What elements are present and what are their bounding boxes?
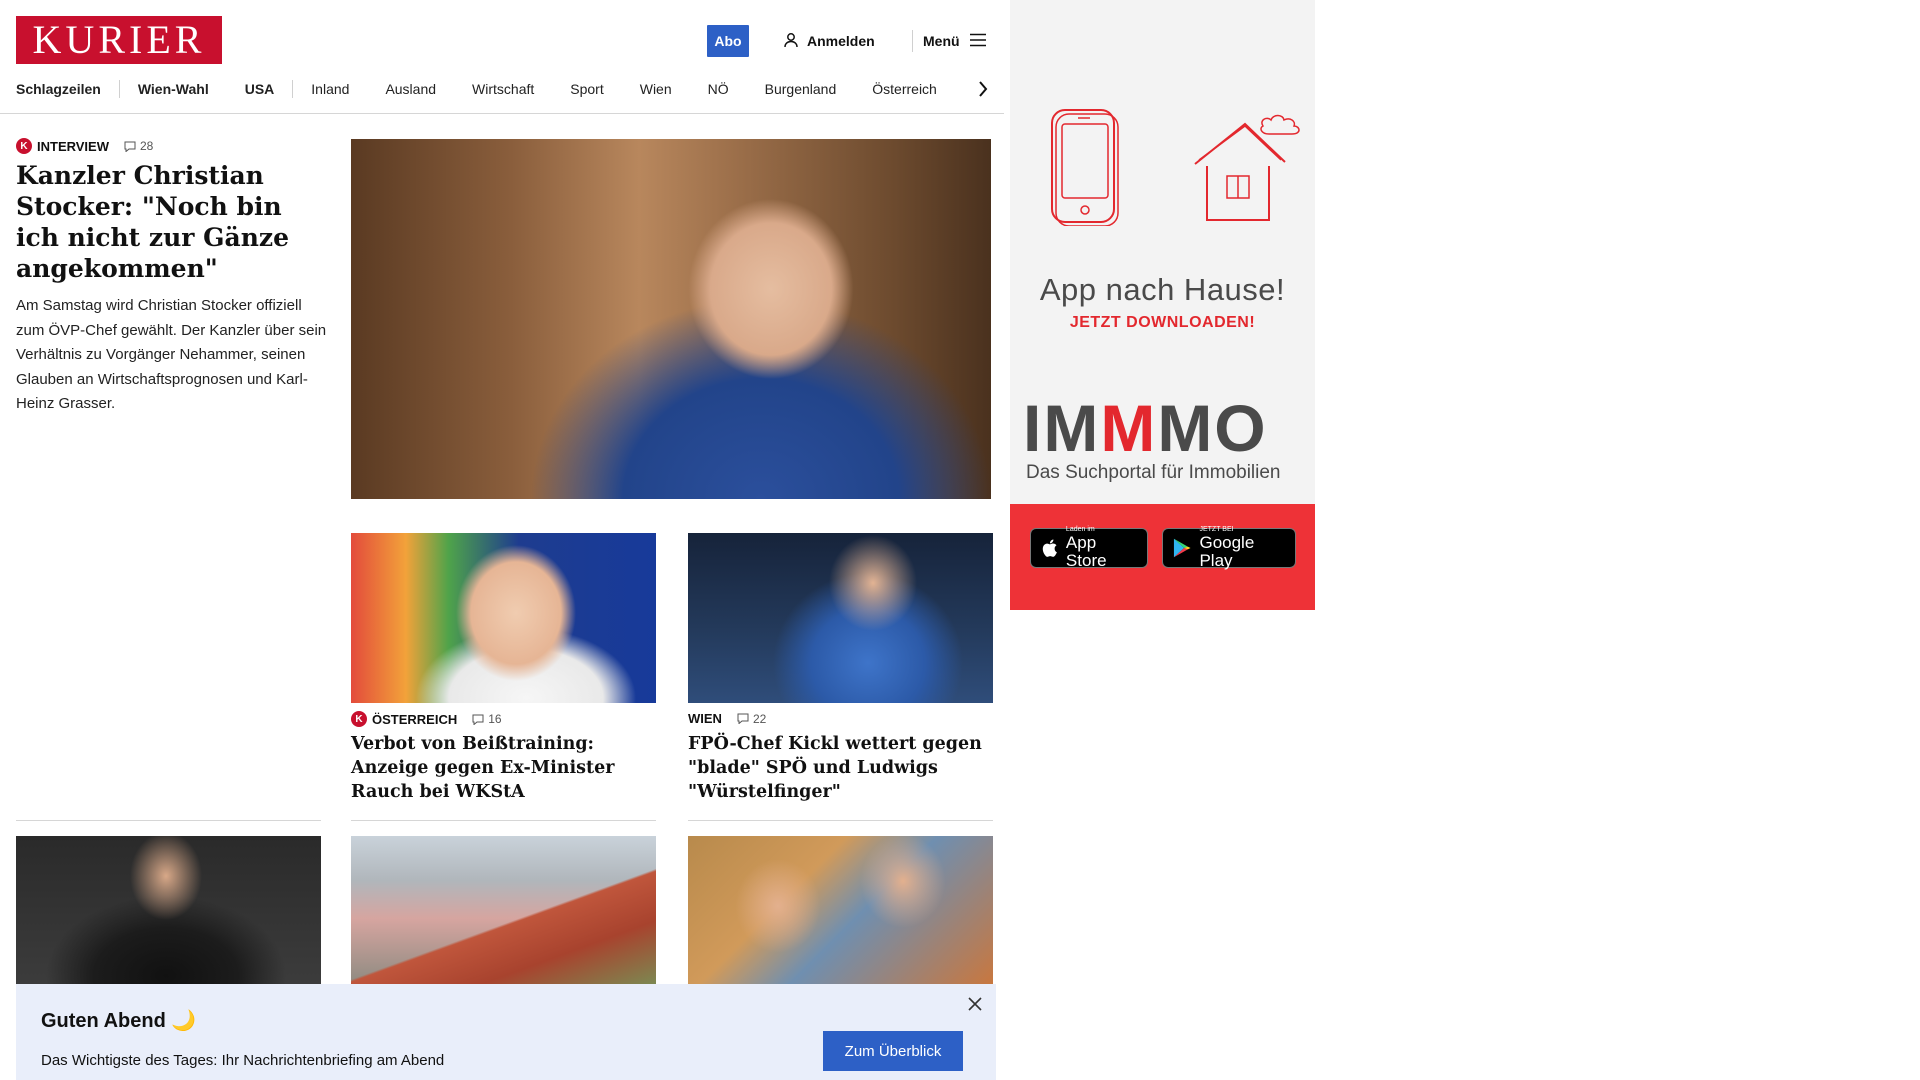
nav-item-schlagzeilen[interactable]: Schlagzeilen bbox=[16, 81, 119, 97]
nav-item-wien-wahl[interactable]: Wien-Wahl bbox=[120, 81, 227, 97]
lead-meta: K INTERVIEW 28 bbox=[16, 138, 153, 154]
menu-button[interactable]: Menü bbox=[923, 30, 986, 52]
nav-item-burgenland[interactable]: Burgenland bbox=[747, 81, 855, 97]
card-comments[interactable]: 22 bbox=[737, 712, 766, 726]
comment-icon bbox=[124, 141, 136, 152]
card-comments[interactable]: 16 bbox=[472, 712, 502, 726]
card-image-board-games[interactable] bbox=[688, 836, 993, 986]
nav-item-usa[interactable]: USA bbox=[227, 81, 293, 97]
close-button[interactable] bbox=[965, 994, 985, 1014]
google-play-label: Google Play bbox=[1199, 533, 1255, 570]
nav-item-oesterreich[interactable]: Österreich bbox=[854, 81, 955, 97]
card-image-collapsed-building[interactable] bbox=[351, 836, 656, 986]
main-column: KURIER Abo Anmelden Menü Schlagzeilen Wi… bbox=[0, 0, 1004, 1080]
evening-briefing-banner: Guten Abend 🌙 Das Wichtigste des Tages: … bbox=[16, 984, 996, 1080]
banner-title: Guten Abend 🌙 bbox=[41, 1010, 197, 1032]
overview-button[interactable]: Zum Überblick bbox=[823, 1031, 963, 1071]
card-image-football-coach[interactable] bbox=[16, 836, 321, 986]
login-button[interactable]: Anmelden bbox=[783, 30, 875, 52]
card-image-kickl[interactable] bbox=[688, 533, 993, 703]
google-play-button[interactable]: JETZT BEI Google Play bbox=[1162, 526, 1296, 570]
card-category[interactable]: ÖSTERREICH bbox=[372, 712, 457, 727]
divider bbox=[688, 820, 993, 821]
lead-teaser: Am Samstag wird Christian Stocker offizi… bbox=[16, 297, 327, 412]
logo-part: MO bbox=[1157, 391, 1268, 465]
apple-icon bbox=[1042, 539, 1057, 557]
nav-item-inland[interactable]: Inland bbox=[293, 81, 367, 97]
close-icon bbox=[968, 997, 982, 1011]
lead-comment-count: 28 bbox=[140, 139, 154, 153]
card-headline[interactable]: FPÖ-Chef Kickl wettert gegen "blade" SPÖ… bbox=[688, 732, 998, 804]
nav-item-sport[interactable]: Sport bbox=[552, 81, 621, 97]
comment-icon bbox=[472, 714, 484, 725]
divider bbox=[351, 820, 656, 821]
header-divider bbox=[912, 30, 913, 52]
ad-subline: JETZT DOWNLOADEN! bbox=[1069, 314, 1256, 331]
logo-part: IM bbox=[1023, 391, 1101, 465]
card-comment-count: 16 bbox=[488, 712, 502, 726]
ad-headline: App nach Hause! bbox=[1039, 272, 1286, 307]
site-header: KURIER Abo Anmelden Menü Schlagzeilen Wi… bbox=[0, 0, 1004, 114]
kurier-plus-icon: K bbox=[351, 711, 367, 727]
nav-item-ausland[interactable]: Ausland bbox=[367, 81, 454, 97]
section-nav: Schlagzeilen Wien-Wahl USA Inland Auslan… bbox=[16, 78, 955, 100]
card-headline[interactable]: Verbot von Beißtraining: Anzeige gegen E… bbox=[351, 732, 661, 804]
page: KURIER Abo Anmelden Menü Schlagzeilen Wi… bbox=[0, 0, 1920, 1080]
nav-item-wirtschaft[interactable]: Wirtschaft bbox=[454, 81, 552, 97]
ad-tagline: Das Suchportal für Immobilien bbox=[1026, 462, 1281, 483]
app-store-button[interactable]: Laden im App Store bbox=[1030, 526, 1148, 570]
nav-scroll-right-button[interactable] bbox=[974, 76, 992, 102]
menu-label: Menü bbox=[923, 33, 960, 49]
nav-item-noe[interactable]: NÖ bbox=[690, 81, 747, 97]
google-play-icon bbox=[1173, 538, 1191, 558]
lead-comments[interactable]: 28 bbox=[124, 139, 153, 153]
user-icon bbox=[783, 32, 799, 51]
chevron-right-icon bbox=[979, 81, 988, 97]
kurier-plus-icon: K bbox=[16, 138, 32, 154]
hamburger-icon bbox=[969, 33, 986, 50]
card-comment-count: 22 bbox=[752, 711, 767, 726]
card-meta: WIEN 22 bbox=[688, 711, 766, 726]
nav-item-wien[interactable]: Wien bbox=[622, 81, 690, 97]
card-meta: K ÖSTERREICH 16 bbox=[351, 711, 502, 727]
house-icon bbox=[1194, 114, 1300, 221]
lead-category[interactable]: INTERVIEW bbox=[37, 139, 109, 154]
ad-store-strip: Laden im App Store JETZT BEI Google Play bbox=[1010, 504, 1315, 610]
smartphone-icon bbox=[1051, 109, 1119, 226]
abo-button[interactable]: Abo bbox=[707, 25, 749, 57]
lead-image[interactable] bbox=[351, 139, 991, 499]
card-category[interactable]: WIEN bbox=[688, 711, 722, 726]
card-image-rauch[interactable] bbox=[351, 533, 656, 703]
logo-part: M bbox=[1100, 391, 1158, 465]
comment-icon bbox=[737, 713, 749, 724]
app-store-label: App Store bbox=[1065, 533, 1107, 570]
divider bbox=[16, 820, 321, 821]
banner-text: Das Wichtigste des Tages: Ihr Nachrichte… bbox=[41, 1052, 445, 1069]
lead-headline[interactable]: Kanzler Christian Stocker: "Noch bin ich… bbox=[16, 160, 326, 284]
login-label: Anmelden bbox=[807, 33, 875, 49]
immmo-advertisement[interactable]: App nach Hause! JETZT DOWNLOADEN! IMMMO … bbox=[1010, 0, 1315, 610]
immmo-logo: IMMMO bbox=[1023, 395, 1268, 461]
kurier-logo[interactable]: KURIER bbox=[16, 16, 222, 64]
